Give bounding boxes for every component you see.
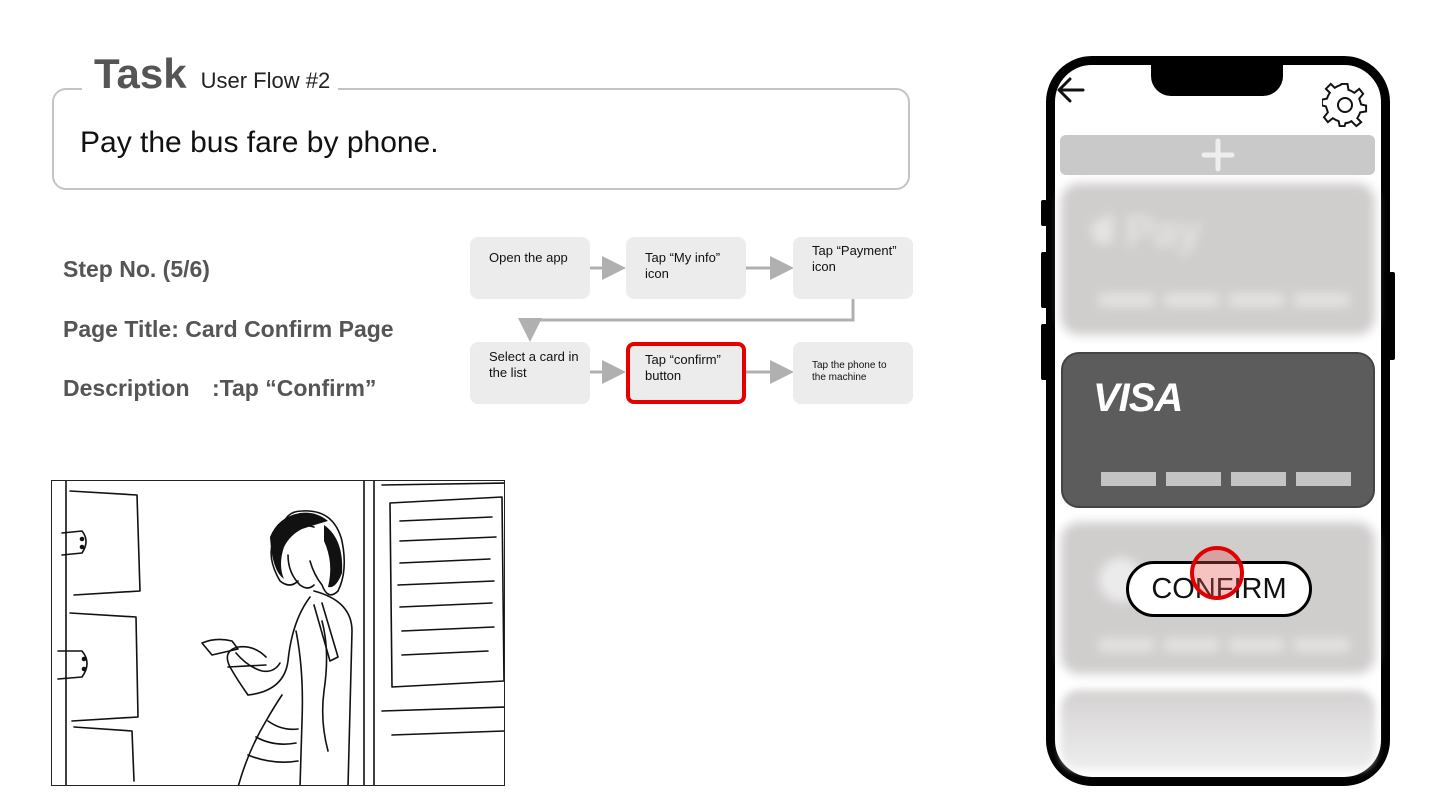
task-header: Task User Flow #2: [82, 50, 339, 97]
card-number-dash: [1229, 293, 1284, 307]
flow-step-4: Select a card in the list: [470, 342, 590, 404]
card-number-dash: [1294, 293, 1349, 307]
card-number-dash: [1099, 293, 1154, 307]
flow-step-6: Tap the phone to the machine: [793, 342, 913, 404]
flow-step-3: Tap “Payment” icon: [793, 237, 913, 299]
card-number-dash: [1296, 472, 1351, 486]
apple-pay-card[interactable]: Pay: [1061, 183, 1375, 335]
visa-card-number: [1101, 472, 1351, 486]
card-number-dash: [1164, 638, 1219, 652]
blurred-card-number: [1099, 638, 1349, 652]
blurred-card[interactable]: [1061, 690, 1375, 770]
add-card-button[interactable]: [1060, 135, 1375, 175]
gear-icon[interactable]: [1322, 82, 1368, 128]
description-value: :Tap “Confirm”: [212, 375, 377, 401]
flow-step-5-current: Tap “confirm” button: [626, 342, 746, 404]
storyboard-illustration: [51, 480, 505, 786]
card-number-dash: [1164, 293, 1219, 307]
apple-pay-card-number: [1099, 293, 1349, 307]
card-number-dash: [1166, 472, 1221, 486]
step-number: Step No. (5/6): [63, 256, 210, 282]
visa-logo: VISA: [1093, 376, 1183, 420]
card-number-dash: [1099, 638, 1154, 652]
task-description: Pay the bus fare by phone.: [80, 126, 439, 159]
step-description: Description :Tap “Confirm”: [63, 375, 376, 402]
flow-arrow-3: [518, 298, 855, 342]
task-title: Task: [94, 50, 187, 97]
plus-icon: [1201, 138, 1234, 172]
page-title: Page Title: Card Confirm Page: [63, 316, 394, 342]
card-number-dash: [1294, 638, 1349, 652]
sketch-drawing: [57, 481, 504, 785]
phone-notch: [1151, 65, 1283, 96]
apple-logo-icon: [1091, 210, 1116, 244]
visa-card-selected[interactable]: VISA: [1061, 352, 1375, 508]
description-label: Description: [63, 375, 190, 401]
task-subtitle: User Flow #2: [200, 68, 331, 93]
apple-pay-label: Pay: [1125, 207, 1201, 256]
back-arrow-icon[interactable]: [1056, 76, 1086, 104]
card-number-dash: [1101, 472, 1156, 486]
flow-step-2: Tap “My info” icon: [626, 237, 746, 299]
flow-step-1: Open the app: [470, 237, 590, 299]
tap-indicator: [1190, 546, 1244, 600]
card-number-dash: [1229, 638, 1284, 652]
card-number-dash: [1231, 472, 1286, 486]
